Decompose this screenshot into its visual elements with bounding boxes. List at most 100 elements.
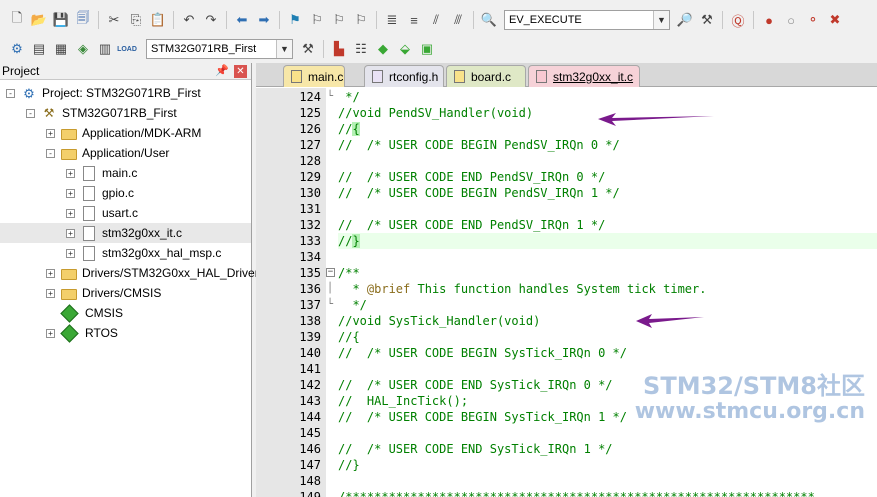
tree-item[interactable]: + Drivers/STM32G0xx_HAL_Driver <box>46 263 259 283</box>
uncomment-icon[interactable]: ⫻ <box>447 10 469 30</box>
expand-icon[interactable]: + <box>46 128 55 138</box>
code-line: 133 //} <box>299 233 877 249</box>
tree-item[interactable]: + Drivers/CMSIS <box>46 283 161 303</box>
debug-icon[interactable]: Ⓠ <box>727 10 749 30</box>
toolbar-separator <box>473 11 474 29</box>
manage-rte-icon[interactable]: ◆ <box>372 39 394 59</box>
nav-back-icon[interactable]: ⬅ <box>231 10 253 30</box>
expand-icon[interactable]: + <box>46 328 55 338</box>
tree-item[interactable]: + RTOS <box>46 323 118 343</box>
paste-icon[interactable]: 📋 <box>147 10 169 30</box>
tree-item[interactable]: + usart.c <box>66 203 138 223</box>
rebuild-icon[interactable]: ▦ <box>50 39 72 59</box>
expand-icon[interactable]: + <box>46 268 55 278</box>
tree-item-label: stm32g0xx_hal_msp.c <box>102 246 222 260</box>
expand-icon[interactable]: + <box>66 228 75 238</box>
project-icon: ⚙ <box>23 86 35 101</box>
code-line: 136 │ * @brief This function handles Syst… <box>256 281 877 297</box>
code-line: 126 //{ <box>256 121 877 137</box>
build-target-combo[interactable]: STM32G071RB_First ▼ <box>146 39 293 59</box>
editor-tab[interactable]: rtconfig.h <box>364 65 444 87</box>
incremental-find-icon[interactable]: 🔎 <box>674 10 696 30</box>
code-text: /** <box>338 266 360 280</box>
collapse-icon[interactable]: - <box>6 88 15 98</box>
manage-project-icon[interactable]: ▙ <box>328 39 350 59</box>
stop-build-icon[interactable]: ▥ <box>94 39 116 59</box>
copy-icon[interactable]: ⎘ <box>125 10 147 30</box>
chevron-down-icon[interactable]: ▼ <box>276 40 292 58</box>
find-in-files-icon[interactable]: 🔍 <box>478 10 500 30</box>
tree-item[interactable]: - ⚒ STM32G071RB_First <box>26 103 177 123</box>
batch-build-icon[interactable]: ◈ <box>72 39 94 59</box>
target-options-icon[interactable]: ⚒ <box>297 39 319 59</box>
expand-icon[interactable]: + <box>66 248 75 258</box>
disable-breakpoint-icon[interactable]: ○ <box>780 10 802 30</box>
chevron-down-icon[interactable]: ▼ <box>653 11 669 29</box>
clear-bookmarks-icon[interactable]: ⚐ <box>350 10 372 30</box>
indent-icon[interactable]: ≣ <box>381 10 403 30</box>
line-number: 134 <box>299 250 321 264</box>
nav-forward-icon[interactable]: ➡ <box>253 10 275 30</box>
run-time-env-icon[interactable]: ▣ <box>416 39 438 59</box>
tree-item[interactable]: CMSIS <box>46 303 123 323</box>
editor-tab-label: stm32g0xx_it.c <box>553 69 634 84</box>
breakpoint-icon[interactable]: ● <box>758 10 780 30</box>
editor-tab[interactable]: board.c <box>446 65 526 87</box>
code-text: //{ <box>338 330 360 344</box>
fold-toggle-icon[interactable]: − <box>326 268 335 277</box>
cut-icon[interactable]: ✂ <box>103 10 125 30</box>
tree-item[interactable]: + stm32g0xx_it.c <box>0 223 251 243</box>
open-file-icon[interactable]: 📂 <box>28 10 50 30</box>
tree-item[interactable]: + gpio.c <box>66 183 134 203</box>
line-number: 128 <box>299 154 321 168</box>
tree-item[interactable]: - ⚙ Project: STM32G071RB_First <box>6 83 201 103</box>
browse-icon[interactable]: ⚒ <box>696 10 718 30</box>
prev-bookmark-icon[interactable]: ⚐ <box>306 10 328 30</box>
expand-icon[interactable]: + <box>66 208 75 218</box>
code-line: 131 <box>256 201 877 217</box>
pack-installer-icon[interactable]: ⬙ <box>394 39 416 59</box>
redo-icon[interactable]: ↷ <box>200 10 222 30</box>
build-icon[interactable]: ▤ <box>28 39 50 59</box>
download-icon[interactable]: LOAD <box>116 39 138 59</box>
gem-icon <box>60 303 79 323</box>
unindent-icon[interactable]: ≡ <box>403 10 425 30</box>
select-packs-icon[interactable]: ☷ <box>350 39 372 59</box>
code-view[interactable]: 124 └ */125//void PendSV_Handler(void) 126… <box>256 88 877 497</box>
line-number: 147 <box>299 458 321 472</box>
toolbar-separator <box>226 11 227 29</box>
undo-icon[interactable]: ↶ <box>178 10 200 30</box>
tree-item[interactable]: + stm32g0xx_hal_msp.c <box>66 243 221 263</box>
save-icon[interactable]: 💾 <box>50 10 72 30</box>
line-number: 143 <box>299 394 321 408</box>
collapse-icon[interactable]: - <box>26 108 35 118</box>
file-icon <box>372 70 383 83</box>
bookmark-icon[interactable]: ⚑ <box>284 10 306 30</box>
comment-icon[interactable]: ⫽ <box>425 10 447 30</box>
collapse-icon[interactable]: - <box>46 148 55 158</box>
tree-item-label: Drivers/CMSIS <box>82 286 162 300</box>
disable-all-breakpoints-icon[interactable]: ⚬ <box>802 10 824 30</box>
find-combo[interactable]: EV_EXECUTE ▼ <box>504 10 670 30</box>
line-number: 149 <box>299 490 321 497</box>
tree-item[interactable]: + Application/MDK-ARM <box>46 123 201 143</box>
expand-icon[interactable]: + <box>66 168 75 178</box>
code-text: //void PendSV_Handler(void) <box>338 106 534 120</box>
save-all-icon[interactable]: 🗐 <box>72 10 94 30</box>
code-text: //} <box>338 234 360 248</box>
code-line: 148 <box>256 473 877 489</box>
pin-icon[interactable]: 📌 <box>215 64 229 77</box>
code-line: 135−/** <box>256 265 877 281</box>
tree-item[interactable]: + main.c <box>66 163 137 183</box>
line-number: 131 <box>299 202 321 216</box>
close-icon[interactable]: ✕ <box>234 65 247 78</box>
new-file-icon[interactable]: 🗋 <box>6 10 28 30</box>
editor-tab[interactable]: main.c <box>283 65 345 87</box>
translate-icon[interactable]: ⚙ <box>6 39 28 59</box>
expand-icon[interactable]: + <box>46 288 55 298</box>
tree-item[interactable]: - Application/User <box>46 143 169 163</box>
kill-breakpoints-icon[interactable]: ✖ <box>824 10 846 30</box>
next-bookmark-icon[interactable]: ⚐ <box>328 10 350 30</box>
editor-tab[interactable]: stm32g0xx_it.c <box>528 65 640 87</box>
expand-icon[interactable]: + <box>66 188 75 198</box>
